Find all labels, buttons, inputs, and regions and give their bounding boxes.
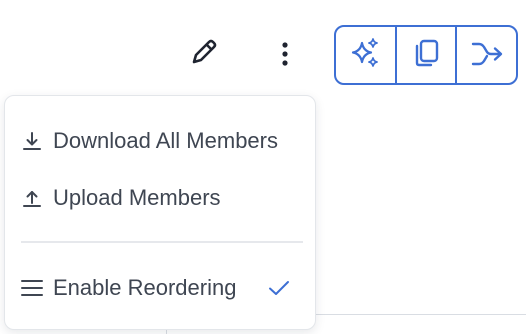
sparkles-icon [348,36,382,75]
more-options-menu: Download All Members Upload Members Enab… [4,95,316,330]
checkmark-icon [267,276,291,300]
merge-button[interactable] [455,27,516,83]
menu-item-label: Download All Members [53,128,278,153]
menu-item-download-all-members[interactable]: Download All Members [5,116,315,166]
menu-item-label: Enable Reordering [53,275,237,300]
copy-icon [410,37,442,74]
pencil-icon [189,37,219,72]
ai-generate-button[interactable] [336,27,395,83]
action-button-group [334,25,518,85]
vertical-ellipsis-icon [281,41,289,72]
copy-button[interactable] [394,27,456,83]
download-icon [21,130,43,152]
more-options-button[interactable] [270,36,300,76]
reorder-lines-icon [21,277,43,299]
menu-item-label: Upload Members [53,185,221,210]
edit-button[interactable] [184,36,224,72]
upload-icon [21,187,43,209]
menu-item-enable-reordering[interactable]: Enable Reordering [5,263,315,313]
menu-item-upload-members[interactable]: Upload Members [5,173,315,223]
page: Download All Members Upload Members Enab… [0,0,526,334]
menu-divider [21,241,303,243]
merge-arrow-icon [470,38,504,73]
